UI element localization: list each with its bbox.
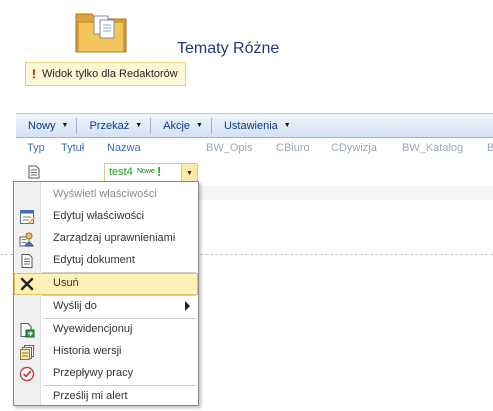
exclamation-icon: !	[32, 67, 36, 81]
menu-item-label: Zarządzaj uprawnieniami	[53, 232, 176, 244]
toolbar-settings-label: Ustawienia	[223, 119, 278, 132]
manage-permissions-icon	[19, 232, 34, 247]
document-name-cell[interactable]: test4 Nowe ! ▼	[104, 163, 198, 183]
item-context-menu: Wyświetl właściwości Edytuj właściwości …	[13, 181, 199, 406]
page-title: Tematy Różne	[177, 40, 280, 57]
editors-only-notice: ! Widok tylko dla Redaktorów	[25, 62, 186, 86]
menu-item-label: Usuń	[53, 277, 79, 289]
check-out-icon	[20, 323, 35, 338]
column-header-name[interactable]: Nazwa	[107, 142, 141, 154]
menu-item-label: Wyewidencjonuj	[53, 323, 133, 335]
document-icon	[28, 165, 40, 179]
delete-icon	[20, 277, 34, 291]
menu-item-label: Przepływy pracy	[53, 367, 134, 379]
menu-item-edit-properties[interactable]: Edytuj właściwości	[14, 206, 198, 228]
document-name-link[interactable]: test4	[109, 166, 133, 178]
menu-item-label: Edytuj dokument	[53, 254, 135, 266]
menu-item-send-to[interactable]: Wyślij do	[14, 296, 198, 318]
column-header-cdywizja[interactable]: CDywizja	[331, 142, 377, 154]
folder-icon	[75, 13, 127, 53]
menu-item-version-history[interactable]: Historia wersji	[14, 341, 198, 363]
toolbar-forward-label: Przekaż	[89, 119, 130, 132]
menu-item-label: Wyślij do	[53, 300, 97, 312]
menu-item-label: Wyświetl właściwości	[53, 188, 157, 200]
list-toolbar: Nowy ▼ Przekaż ▼ Akcje ▼ Ustawienia ▼	[16, 113, 493, 138]
column-header-b[interactable]: B	[487, 142, 493, 154]
menu-item-edit-document[interactable]: Edytuj dokument	[14, 250, 198, 272]
column-header-type[interactable]: Typ	[27, 142, 45, 154]
edit-properties-icon	[20, 210, 35, 224]
version-history-icon	[20, 345, 34, 360]
column-header-cbiuro[interactable]: CBiuro	[276, 142, 310, 154]
caret-down-icon: ▼	[196, 122, 203, 129]
menu-item-label: Historia wersji	[53, 345, 122, 357]
submenu-arrow-icon	[185, 301, 190, 311]
toolbar-new-label: Nowy	[28, 119, 56, 132]
edit-document-icon	[21, 254, 33, 268]
menu-item-manage-permissions[interactable]: Zarządzaj uprawnieniami	[14, 228, 198, 250]
menu-item-alert-me[interactable]: Prześlij mi alert	[14, 386, 198, 408]
caret-down-icon: ▼	[61, 122, 69, 129]
toolbar-new-menu[interactable]: Nowy ▼	[16, 120, 76, 132]
new-badge: Nowe	[137, 168, 155, 175]
menu-item-label: Prześlij mi alert	[53, 390, 128, 402]
notice-text: Widok tylko dla Redaktorów	[42, 68, 178, 80]
caret-down-icon: ▼	[135, 122, 143, 129]
item-menu-dropdown[interactable]: ▼	[181, 164, 197, 182]
new-exclamation-icon: !	[157, 164, 162, 179]
column-header-title[interactable]: Tytuł	[61, 142, 84, 154]
toolbar-forward-menu[interactable]: Przekaż ▼	[77, 120, 150, 132]
menu-item-label: Edytuj właściwości	[53, 210, 145, 222]
menu-item-workflows[interactable]: Przepływy pracy	[14, 363, 198, 385]
toolbar-actions-menu[interactable]: Akcje ▼	[151, 120, 211, 132]
toolbar-actions-label: Akcje	[163, 119, 191, 132]
column-header-bw-katalog[interactable]: BW_Katalog	[402, 142, 463, 154]
column-header-bw-opis[interactable]: BW_Opis	[206, 142, 252, 154]
menu-item-view-properties[interactable]: Wyświetl właściwości	[14, 184, 198, 206]
menu-item-check-out[interactable]: Wyewidencjonuj	[14, 319, 198, 341]
caret-down-icon: ▼	[283, 122, 291, 129]
toolbar-settings-menu[interactable]: Ustawienia ▼	[212, 120, 299, 132]
menu-item-delete[interactable]: Usuń	[14, 273, 198, 295]
workflows-icon	[19, 366, 35, 382]
